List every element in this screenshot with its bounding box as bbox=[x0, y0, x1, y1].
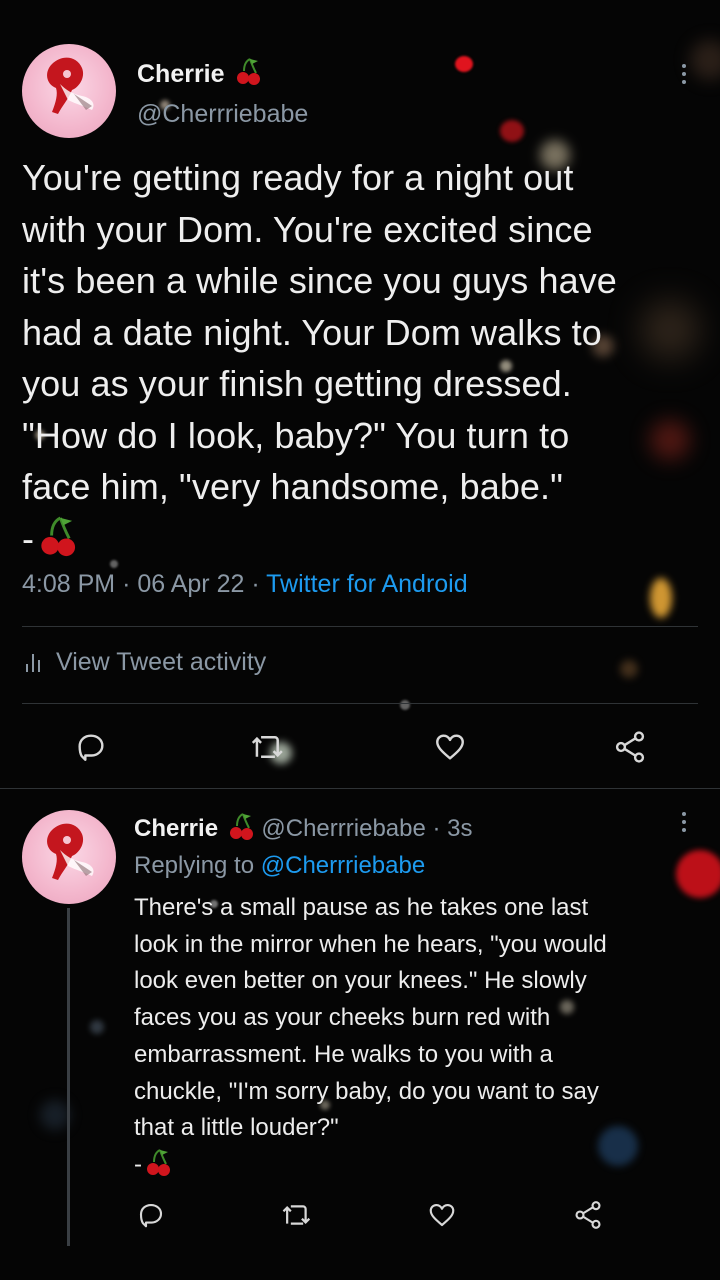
reply-icon[interactable] bbox=[74, 730, 108, 764]
tweet-date[interactable]: 06 Apr 22 bbox=[137, 570, 244, 598]
tweet-text: You're getting ready for a night out wit… bbox=[22, 152, 702, 572]
divider bbox=[0, 788, 720, 789]
more-icon[interactable] bbox=[682, 64, 688, 88]
divider bbox=[22, 626, 698, 627]
bar-chart-icon bbox=[26, 652, 44, 672]
cherry-emoji-icon bbox=[232, 57, 262, 94]
author-handle[interactable]: @Cherrriebabe bbox=[137, 100, 308, 129]
heart-icon[interactable] bbox=[432, 730, 468, 764]
meta-separator: · bbox=[432, 815, 441, 842]
divider bbox=[22, 703, 698, 704]
cherry-emoji-icon bbox=[142, 1148, 172, 1190]
reply-author-handle[interactable]: @Cherrriebabe bbox=[261, 815, 425, 842]
view-tweet-activity-link[interactable]: View Tweet activity bbox=[26, 648, 266, 677]
reply-author-avatar[interactable] bbox=[22, 810, 116, 904]
heart-icon[interactable] bbox=[427, 1200, 457, 1230]
author-avatar[interactable] bbox=[22, 44, 116, 138]
reply-author-line: Cherrie @Cherrriebabe · 3s bbox=[134, 812, 473, 849]
replying-to: Replying to @Cherrriebabe bbox=[134, 852, 426, 879]
share-icon[interactable] bbox=[572, 1199, 604, 1231]
share-icon[interactable] bbox=[612, 729, 648, 765]
meta-separator: · bbox=[122, 570, 131, 598]
meta-separator: · bbox=[251, 570, 260, 598]
tweet-time[interactable]: 4:08 PM bbox=[22, 570, 115, 598]
reply-icon[interactable] bbox=[136, 1200, 166, 1230]
avatar-illustration bbox=[47, 57, 94, 114]
avatar-illustration bbox=[47, 823, 94, 880]
more-icon[interactable] bbox=[682, 812, 688, 836]
reply-text: There's a small pause as he takes one la… bbox=[134, 890, 704, 1190]
cherry-emoji-icon bbox=[225, 812, 255, 849]
thread-line bbox=[67, 908, 70, 1246]
tweet-source-link[interactable]: Twitter for Android bbox=[266, 570, 467, 598]
cherry-emoji-icon bbox=[34, 515, 78, 573]
retweet-icon[interactable] bbox=[281, 1200, 313, 1230]
replying-to-handle[interactable]: @Cherrriebabe bbox=[261, 852, 425, 879]
tweet-metadata: 4:08 PM · 06 Apr 22 · Twitter for Androi… bbox=[22, 570, 468, 599]
author-name[interactable]: Cherrie bbox=[137, 57, 262, 94]
reply-age: 3s bbox=[447, 815, 473, 842]
reply-author-name[interactable]: Cherrie bbox=[134, 815, 218, 842]
retweet-icon[interactable] bbox=[250, 730, 286, 764]
